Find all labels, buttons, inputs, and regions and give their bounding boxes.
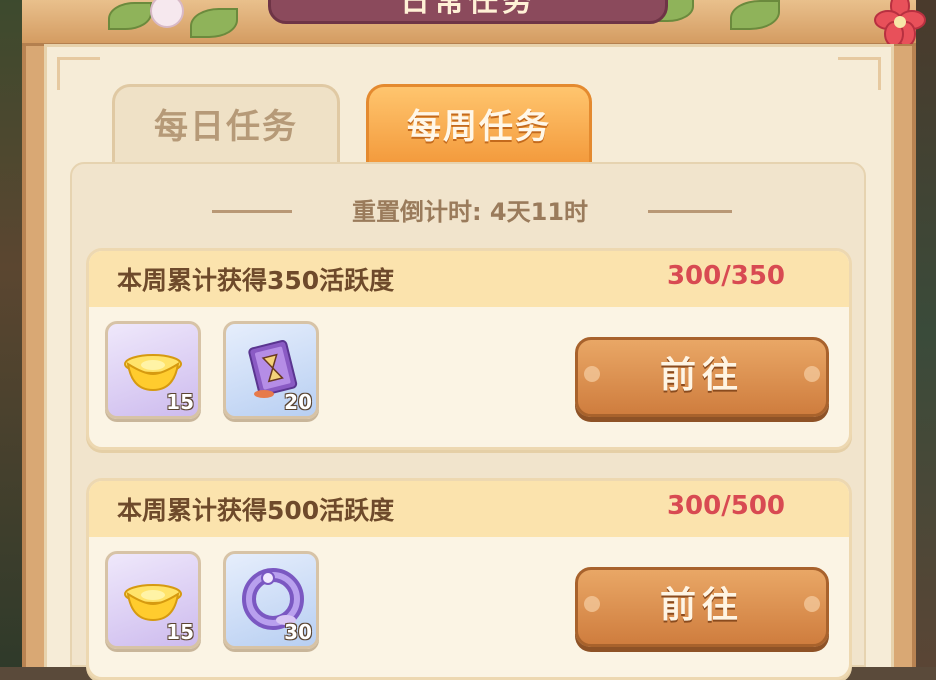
go-button[interactable]: 前往: [575, 337, 829, 417]
reward-count: 15: [166, 620, 194, 644]
go-button[interactable]: 前往: [575, 567, 829, 647]
gold-ingot-icon: [124, 584, 182, 622]
task-card: 本周累计获得500活跃度 300/500 15 30 前往: [86, 478, 852, 680]
task-title: 本周累计获得500活跃度: [117, 496, 395, 525]
window-title: 日常任务: [268, 0, 668, 24]
background-left: [0, 0, 24, 667]
reward-slot[interactable]: 30: [223, 551, 319, 649]
flower-ornament-icon: [584, 596, 600, 612]
task-title: 本周累计获得350活跃度: [117, 266, 395, 295]
reward-slot[interactable]: 15: [105, 551, 201, 649]
reward-slot[interactable]: 20: [223, 321, 319, 419]
reset-countdown: 重置倒计时: 4天11时: [351, 198, 589, 226]
go-button-label: 前往: [659, 585, 744, 626]
corner-ornament: [838, 57, 881, 90]
close-icon[interactable]: [868, 0, 928, 47]
reward-slot[interactable]: 15: [105, 321, 201, 419]
tab-weekly[interactable]: 每周任务: [366, 84, 592, 164]
reward-count: 20: [284, 390, 312, 414]
flower-ornament-icon: [584, 366, 600, 382]
flower-ornament-icon: [804, 596, 820, 612]
reward-count: 30: [284, 620, 312, 644]
task-progress: 300/500: [666, 491, 785, 521]
task-card: 本周累计获得350活跃度 300/350 15 20 前往: [86, 248, 852, 450]
reward-count: 15: [166, 390, 194, 414]
task-progress: 300/350: [666, 261, 785, 291]
flower-ornament-icon: [804, 366, 820, 382]
tab-daily[interactable]: 每日任务: [112, 84, 340, 164]
corner-ornament: [57, 57, 100, 90]
go-button-label: 前往: [659, 355, 744, 396]
gold-ingot-icon: [124, 354, 182, 392]
